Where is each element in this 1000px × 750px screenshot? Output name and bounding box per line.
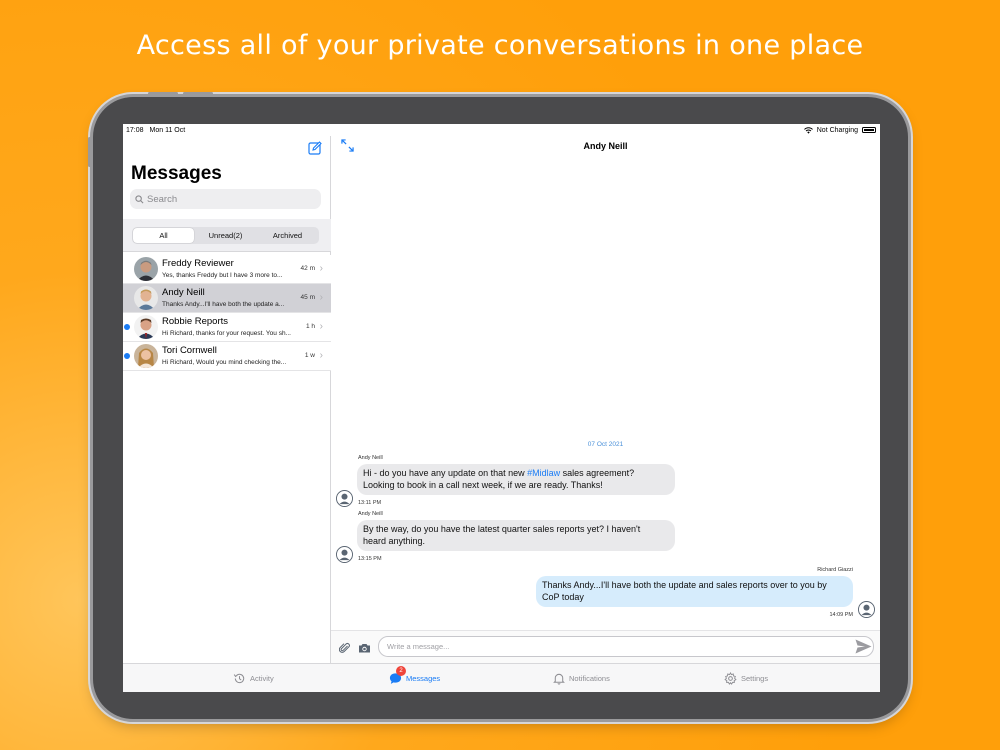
app-screen: 17:08 Mon 11 Oct Not Charging Messages S… (123, 124, 880, 692)
message-bubble: Thanks Andy...I'll have both the update … (536, 576, 853, 607)
conversation-preview: Thanks Andy...I'll have both the update … (162, 301, 285, 308)
filter-unread[interactable]: Unread(2) (194, 228, 256, 243)
filter-bar: All Unread(2) Archived (123, 219, 331, 252)
message-bubble: Hi - do you have any update on that new … (357, 464, 675, 495)
unread-badge: 2 (396, 666, 406, 676)
paperclip-icon[interactable] (339, 642, 351, 654)
conversation-sidebar: Messages Search All Unread(2) Archived F… (123, 136, 331, 663)
status-date: Mon 11 Oct (149, 126, 186, 134)
conversation-row-tori-cornwell[interactable]: Tori Cornwell Hi Richard, Would you mind… (123, 342, 331, 371)
conversation-preview: Hi Richard, thanks for your request. You… (162, 330, 291, 337)
message-sender: Richard Giazzi (817, 567, 853, 573)
message-text: By the way, do you have the latest quart… (363, 524, 641, 534)
tab-settings[interactable]: Settings (724, 672, 768, 685)
conversation-time: 42 m (300, 265, 315, 272)
charging-status: Not Charging (816, 126, 858, 134)
message-time: 13:15 PM (358, 556, 382, 562)
filter-segmented-control: All Unread(2) Archived (132, 227, 319, 244)
search-icon (135, 194, 144, 203)
ipad-device-frame: 17:08 Mon 11 Oct Not Charging Messages S… (88, 92, 908, 719)
device-top-button (148, 92, 178, 95)
conversation-row-freddy-reviewer[interactable]: Freddy Reviewer Yes, thanks Freddy but I… (123, 255, 331, 284)
conversation-time: 45 m (300, 294, 315, 301)
chevron-right-icon: › (319, 321, 323, 332)
headline: Access all of your private conversations… (136, 30, 864, 61)
tab-messages[interactable]: 2 Messages (389, 666, 441, 685)
chevron-right-icon: › (319, 263, 323, 274)
search-placeholder: Search (147, 193, 178, 205)
conversation-name: Tori Cornwell (162, 345, 217, 356)
chat-title: Andy Neill (583, 141, 628, 151)
tab-label: Messages (406, 674, 441, 683)
message-text: sales agreement? (560, 468, 635, 478)
tab-label: Activity (250, 674, 274, 683)
tab-bar: Activity 2 Messages Notifications Settin… (123, 663, 880, 692)
filter-all[interactable]: All (133, 228, 194, 243)
hashtag-link[interactable]: #Midlaw (527, 468, 560, 478)
device-side-button (88, 137, 91, 167)
search-input[interactable]: Search (130, 189, 321, 209)
avatar (134, 315, 158, 339)
camera-icon[interactable] (358, 642, 371, 654)
message-sender: Andy Neill (358, 511, 383, 517)
message-composer: Write a message... (331, 630, 880, 663)
unread-indicator (124, 324, 130, 330)
chat-bubble-icon: 2 (389, 666, 406, 685)
conversation-list: Freddy Reviewer Yes, thanks Freddy but I… (123, 255, 331, 371)
chevron-right-icon: › (319, 292, 323, 303)
message-text: CoP today (542, 591, 584, 602)
user-avatar-icon (336, 490, 353, 507)
message-text: heard anything. (363, 535, 426, 546)
conversation-name: Robbie Reports (162, 316, 229, 327)
status-bar: 17:08 Mon 11 Oct Not Charging (123, 124, 880, 136)
gear-icon (724, 672, 737, 685)
avatar (134, 257, 158, 281)
date-separator: 07 Oct 2021 (587, 441, 624, 448)
conversation-time: 1 h (305, 323, 315, 330)
chevron-right-icon: › (319, 350, 323, 361)
tab-activity[interactable]: Activity (233, 672, 274, 685)
avatar (134, 286, 158, 310)
wifi-icon (803, 126, 813, 134)
conversation-name: Andy Neill (162, 287, 205, 298)
message-bubble: By the way, do you have the latest quart… (357, 520, 675, 551)
avatar (134, 344, 158, 368)
message-text: Hi - do you have any update on that new (363, 468, 528, 478)
conversation-preview: Hi Richard, Would you mind checking the.… (162, 359, 287, 366)
status-time: 17:08 (126, 126, 144, 134)
message-input[interactable]: Write a message... (378, 636, 874, 657)
conversation-preview: Yes, thanks Freddy but I have 3 more to.… (162, 272, 283, 279)
user-avatar-icon (336, 546, 353, 563)
battery-icon (862, 127, 876, 133)
chat-panel: Andy Neill 07 Oct 2021 Andy Neill Hi - d… (331, 136, 880, 663)
user-avatar-icon (858, 601, 875, 618)
bell-icon (553, 673, 565, 685)
device-top-button-2 (183, 92, 213, 95)
message-time: 14:09 PM (829, 612, 853, 618)
conversation-time: 1 w (304, 352, 315, 359)
send-icon[interactable] (855, 639, 872, 654)
compose-icon[interactable] (308, 141, 322, 155)
filter-archived[interactable]: Archived (256, 228, 318, 243)
tab-label: Settings (741, 674, 769, 683)
conversation-row-robbie-reports[interactable]: Robbie Reports Hi Richard, thanks for yo… (123, 313, 331, 342)
message-text: Thanks Andy...I'll have both the update … (542, 580, 827, 590)
message-text: Looking to book in a call next week, if … (363, 479, 603, 490)
page-title: Messages (131, 163, 222, 184)
tab-label: Notifications (569, 674, 610, 683)
message-sender: Andy Neill (358, 455, 383, 461)
unread-indicator (124, 353, 130, 359)
message-time: 13:11 PM (358, 500, 382, 506)
conversation-row-andy-neill[interactable]: Andy Neill Thanks Andy...I'll have both … (123, 284, 331, 313)
tab-notifications[interactable]: Notifications (553, 672, 610, 685)
conversation-name: Freddy Reviewer (162, 258, 234, 269)
history-icon (233, 673, 245, 684)
